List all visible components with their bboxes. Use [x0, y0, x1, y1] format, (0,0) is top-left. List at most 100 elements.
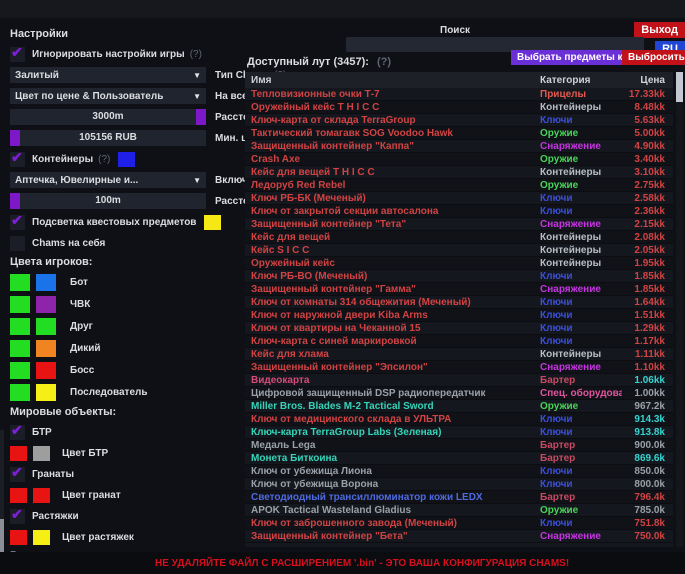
quest-color-swatch[interactable] [204, 215, 221, 230]
table-row[interactable]: Ключ от квартиры на Чеканной 15 Ключи 1.… [245, 322, 673, 335]
table-row[interactable]: Защищенный контейнер "Бета" Снаряжение 7… [245, 530, 673, 543]
table-row[interactable]: Ключ от комнаты 314 общежития (Меченый) … [245, 296, 673, 309]
table-row[interactable]: Кейс для хлама Контейнеры 1.11kk [245, 348, 673, 361]
btr-checkbox[interactable] [10, 425, 25, 440]
chams-type-dropdown[interactable]: Залитый ▼ [10, 67, 206, 83]
item-category: Контейнеры [540, 257, 622, 270]
min-price-slider[interactable]: 105156 RUB [10, 130, 206, 146]
table-row[interactable]: Ключ-карта от склада TerraGroup Ключи 5.… [245, 114, 673, 127]
search-label: Поиск [440, 25, 470, 36]
tripwires-checkbox[interactable] [10, 509, 25, 524]
player-color-swatch[interactable] [36, 274, 56, 291]
container-distance-slider[interactable]: 100m [10, 193, 206, 209]
table-row[interactable]: Медаль Lega Бартер 900.0k [245, 439, 673, 452]
slider-handle[interactable] [10, 130, 20, 146]
table-scrollbar[interactable] [676, 72, 683, 547]
table-row[interactable]: Ключ-карта TerraGroup Labs (Зеленая) Клю… [245, 426, 673, 439]
table-row[interactable]: Защищенный контейнер "Эпсилон" Снаряжени… [245, 361, 673, 374]
player-visible-swatch[interactable] [10, 362, 30, 379]
item-price: 900.0k [622, 439, 673, 452]
item-category: Ключи [540, 426, 622, 439]
btr-color-swatch[interactable] [33, 446, 50, 461]
item-category: Ключи [540, 270, 622, 283]
item-name: APOK Tactical Wasteland Gladius [245, 504, 540, 517]
scrollbar-handle[interactable] [676, 72, 683, 102]
slider-handle[interactable] [196, 109, 206, 125]
column-header-category[interactable]: Категория [540, 75, 622, 86]
exit-button[interactable]: Выход [634, 22, 685, 38]
table-row[interactable]: Ледоруб Red Rebel Оружие 2.75kk [245, 179, 673, 192]
item-price: 2.15kk [622, 218, 673, 231]
table-row[interactable]: Оружейный кейс T H I C C Контейнеры 8.48… [245, 101, 673, 114]
table-row-clipped[interactable] [245, 543, 673, 547]
discard-all-button[interactable]: Выбросить все [622, 50, 685, 65]
table-row[interactable]: Ключ от убежища Ворона Ключи 800.0k [245, 478, 673, 491]
help-icon[interactable]: (?) [98, 154, 110, 165]
table-row[interactable]: Ключ-карта с синей маркировкой Ключи 1.1… [245, 335, 673, 348]
all-items-value: Цвет по цене & Пользователь [15, 91, 163, 102]
table-row[interactable]: Miller Bros. Blades M-2 Tactical Sword О… [245, 400, 673, 413]
container-filter-dropdown[interactable]: Аптечка, Ювелирные и... ▼ [10, 172, 206, 188]
table-row[interactable]: Оружейный кейс Контейнеры 1.95kk [245, 257, 673, 270]
help-icon[interactable]: (?) [190, 49, 202, 60]
table-row[interactable]: Тактический томагавк SOG Voodoo Hawk Ору… [245, 127, 673, 140]
distance-slider[interactable]: 3000m [10, 109, 206, 125]
column-header-price[interactable]: Цена [622, 75, 673, 86]
table-row[interactable]: Цифровой защищенный DSP радиопередатчик … [245, 387, 673, 400]
player-visible-swatch[interactable] [10, 274, 30, 291]
player-color-swatch[interactable] [36, 384, 56, 401]
player-color-row: ЧВК [10, 296, 243, 313]
tripwire-color-swatch[interactable] [33, 530, 50, 545]
player-color-swatch[interactable] [36, 340, 56, 357]
tripwire-visible-swatch[interactable] [10, 530, 27, 545]
table-row[interactable]: Crash Axe Оружие 3.40kk [245, 153, 673, 166]
help-icon[interactable]: (?) [377, 56, 391, 68]
table-row[interactable]: Тепловизионные очки Т-7 Прицелы 17.33kk [245, 88, 673, 101]
table-row[interactable]: Ключ от наружной двери Kiba Arms Ключи 1… [245, 309, 673, 322]
table-row[interactable]: Ключ РБ-ВО (Меченый) Ключи 1.85kk [245, 270, 673, 283]
item-price: 5.63kk [622, 114, 673, 127]
table-row[interactable]: Ключ РБ-БК (Меченый) Ключи 2.58kk [245, 192, 673, 205]
table-row[interactable]: Защищенный контейнер "Каппа" Снаряжение … [245, 140, 673, 153]
table-row[interactable]: Кейс для вещей Контейнеры 2.08kk [245, 231, 673, 244]
table-row[interactable]: Светодиодный трансиллюминатор кожи LEDX … [245, 491, 673, 504]
container-filter-row: Аптечка, Ювелирные и... ▼ Включено [10, 172, 243, 188]
table-row[interactable]: Монета Биткоина Бартер 869.6k [245, 452, 673, 465]
player-visible-swatch[interactable] [10, 384, 30, 401]
table-row[interactable]: APOK Tactical Wasteland Gladius Оружие 7… [245, 504, 673, 517]
quest-highlight-checkbox[interactable] [10, 215, 25, 230]
player-visible-swatch[interactable] [10, 296, 30, 313]
item-name: Ключ от заброшенного завода (Меченый) [245, 517, 540, 530]
table-row[interactable]: Ключ от медицинского склада в УЛЬТРА Клю… [245, 413, 673, 426]
loot-table-header[interactable]: Имя Категория Цена [245, 72, 673, 88]
containers-color-swatch[interactable] [118, 152, 135, 167]
table-row[interactable]: Защищенный контейнер "Гамма" Снаряжение … [245, 283, 673, 296]
table-row[interactable]: Кейс для вещей T H I C C Контейнеры 3.10… [245, 166, 673, 179]
player-visible-swatch[interactable] [10, 340, 30, 357]
table-row[interactable]: Ключ от закрытой секции автосалона Ключи… [245, 205, 673, 218]
item-name: Тактический томагавк SOG Voodoo Hawk [245, 127, 540, 140]
item-name: Ключ РБ-ВО (Меченый) [245, 270, 540, 283]
player-color-swatch[interactable] [36, 362, 56, 379]
all-items-dropdown[interactable]: Цвет по цене & Пользователь ▼ [10, 88, 206, 104]
table-row[interactable]: Кейс S I C C Контейнеры 2.05kk [245, 244, 673, 257]
player-color-label: Бот [70, 277, 88, 288]
grenade-color-swatch[interactable] [33, 488, 50, 503]
player-color-swatch[interactable] [36, 296, 56, 313]
player-color-swatch[interactable] [36, 318, 56, 335]
containers-checkbox[interactable] [10, 152, 25, 167]
table-row[interactable]: Видеокарта Бартер 1.06kk [245, 374, 673, 387]
grenade-visible-swatch[interactable] [10, 488, 27, 503]
btr-visible-swatch[interactable] [10, 446, 27, 461]
table-row[interactable]: Ключ от убежища Лиона Ключи 850.0k [245, 465, 673, 478]
column-header-name[interactable]: Имя [245, 75, 540, 86]
table-row[interactable]: Защищенный контейнер "Тета" Снаряжение 2… [245, 218, 673, 231]
item-category: Ключи [540, 335, 622, 348]
slider-handle[interactable] [10, 193, 20, 209]
ignore-game-settings-checkbox[interactable] [10, 47, 25, 62]
grenades-checkbox[interactable] [10, 467, 25, 482]
title-bar[interactable] [0, 0, 685, 18]
player-visible-swatch[interactable] [10, 318, 30, 335]
table-row[interactable]: Ключ от заброшенного завода (Меченый) Кл… [245, 517, 673, 530]
chams-self-checkbox[interactable] [10, 236, 25, 251]
